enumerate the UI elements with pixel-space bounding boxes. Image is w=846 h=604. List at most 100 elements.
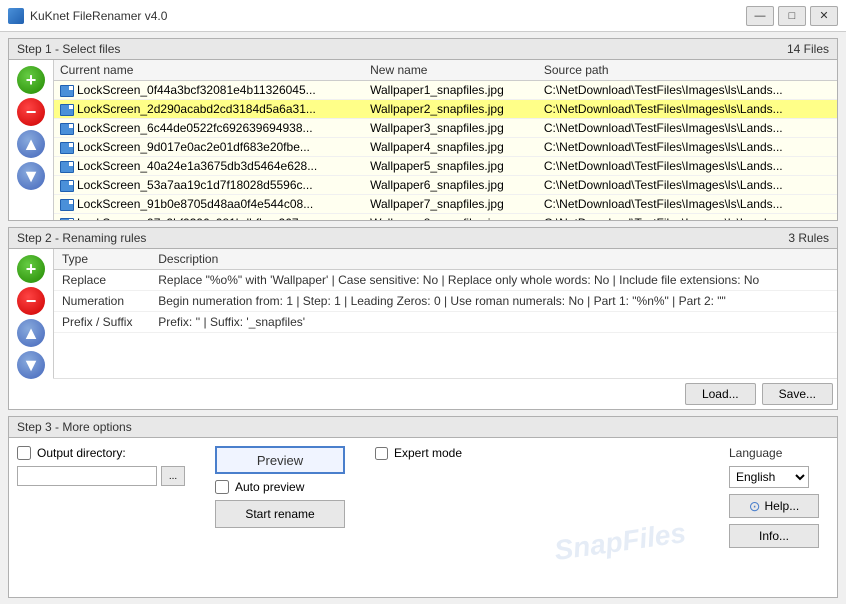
rules-table: Type Description Replace Replace "%o%" w… xyxy=(54,249,837,333)
table-row[interactable]: LockScreen_0f44a3bcf32081e4b11326045... … xyxy=(54,81,837,100)
file-icon xyxy=(60,218,74,220)
expert-mode-label: Expert mode xyxy=(394,446,462,460)
file-icon xyxy=(60,142,74,154)
file-current-name: LockScreen_91b0e8705d48aa0f4e544c08... xyxy=(54,195,364,214)
main-content: Step 1 - Select files 14 Files + − ▲ ▼ C… xyxy=(0,32,846,604)
titlebar: KuKnet FileRenamer v4.0 — □ ✕ xyxy=(0,0,846,32)
add-rule-button[interactable]: + xyxy=(17,255,45,283)
rule-type: Replace xyxy=(54,270,150,291)
info-button[interactable]: Info... xyxy=(729,524,819,548)
step2-buttons: + − ▲ ▼ xyxy=(9,249,53,409)
start-rename-button[interactable]: Start rename xyxy=(215,500,345,528)
file-new-name: Wallpaper4_snapfiles.jpg xyxy=(364,138,538,157)
step1-section: Step 1 - Select files 14 Files + − ▲ ▼ C… xyxy=(8,38,838,221)
file-table-container: Current name New name Source path LockSc… xyxy=(53,60,837,220)
list-item[interactable]: Replace Replace "%o%" with 'Wallpaper' |… xyxy=(54,270,837,291)
file-current-name: LockScreen_9d017e0ac2e01df683e20fbe... xyxy=(54,138,364,157)
step2-rule-count: 3 Rules xyxy=(788,231,829,245)
options-expert: Expert mode xyxy=(375,446,462,460)
list-item[interactable]: Numeration Begin numeration from: 1 | St… xyxy=(54,291,837,312)
output-dir-row: Output directory: xyxy=(17,446,185,460)
step1-body: + − ▲ ▼ Current name New name Source pat… xyxy=(9,60,837,220)
file-new-name: Wallpaper2_snapfiles.jpg xyxy=(364,100,538,119)
options-left: Output directory: ... xyxy=(17,446,185,486)
file-icon xyxy=(60,161,74,173)
table-row[interactable]: LockScreen_9d017e0ac2e01df683e20fbe... W… xyxy=(54,138,837,157)
table-row[interactable]: LockScreen_97c2bf9390c081bdbfbce267... W… xyxy=(54,214,837,221)
auto-preview-row: Auto preview xyxy=(215,480,304,494)
move-down-button[interactable]: ▼ xyxy=(17,162,45,190)
help-button[interactable]: ⊙ Help... xyxy=(729,494,819,518)
preview-button[interactable]: Preview xyxy=(215,446,345,474)
table-row[interactable]: LockScreen_2d290acabd2cd3184d5a6a31... W… xyxy=(54,100,837,119)
file-source-path: C:\NetDownload\TestFiles\Images\ls\Lands… xyxy=(538,157,837,176)
maximize-button[interactable]: □ xyxy=(778,6,806,26)
rule-type: Numeration xyxy=(54,291,150,312)
step3-body: Output directory: ... Preview Auto previ… xyxy=(9,438,837,594)
output-directory-input[interactable] xyxy=(17,466,157,486)
table-row[interactable]: LockScreen_6c44de0522fc692639694938... W… xyxy=(54,119,837,138)
step3-header: Step 3 - More options xyxy=(9,417,837,438)
file-icon xyxy=(60,85,74,97)
file-icon xyxy=(60,104,74,116)
file-new-name: Wallpaper5_snapfiles.jpg xyxy=(364,157,538,176)
titlebar-controls: — □ ✕ xyxy=(746,6,838,26)
file-icon xyxy=(60,180,74,192)
rule-description: Prefix: '' | Suffix: '_snapfiles' xyxy=(150,312,837,333)
move-up-button[interactable]: ▲ xyxy=(17,130,45,158)
language-select[interactable]: EnglishDeutschFrançaisSpanish xyxy=(729,466,809,488)
save-button[interactable]: Save... xyxy=(762,383,833,405)
file-current-name: LockScreen_53a7aa19c1d7f18028d5596c... xyxy=(54,176,364,195)
file-source-path: C:\NetDownload\TestFiles\Images\ls\Lands… xyxy=(538,214,837,221)
close-button[interactable]: ✕ xyxy=(810,6,838,26)
file-current-name: LockScreen_2d290acabd2cd3184d5a6a31... xyxy=(54,100,364,119)
remove-files-button[interactable]: − xyxy=(17,98,45,126)
expert-mode-checkbox[interactable] xyxy=(375,447,388,460)
file-new-name: Wallpaper3_snapfiles.jpg xyxy=(364,119,538,138)
col-current-name: Current name xyxy=(54,60,364,81)
auto-preview-label: Auto preview xyxy=(235,480,304,494)
rules-wrapper: Type Description Replace Replace "%o%" w… xyxy=(53,249,837,409)
browse-button[interactable]: ... xyxy=(161,466,185,486)
step2-body: + − ▲ ▼ Type Description xyxy=(9,249,837,409)
file-source-path: C:\NetDownload\TestFiles\Images\ls\Lands… xyxy=(538,119,837,138)
file-table: Current name New name Source path LockSc… xyxy=(54,60,837,220)
table-row[interactable]: LockScreen_53a7aa19c1d7f18028d5596c... W… xyxy=(54,176,837,195)
rule-type: Prefix / Suffix xyxy=(54,312,150,333)
load-save-row: Load... Save... xyxy=(53,378,837,409)
col-source-path: Source path xyxy=(538,60,837,81)
rule-move-down-button[interactable]: ▼ xyxy=(17,351,45,379)
table-row[interactable]: LockScreen_40a24e1a3675db3d5464e628... W… xyxy=(54,157,837,176)
output-directory-checkbox[interactable] xyxy=(17,446,31,460)
file-source-path: C:\NetDownload\TestFiles\Images\ls\Lands… xyxy=(538,176,837,195)
auto-preview-checkbox[interactable] xyxy=(215,480,229,494)
file-source-path: C:\NetDownload\TestFiles\Images\ls\Lands… xyxy=(538,100,837,119)
step1-buttons: + − ▲ ▼ xyxy=(9,60,53,220)
language-label: Language xyxy=(729,446,829,460)
table-row[interactable]: LockScreen_91b0e8705d48aa0f4e544c08... W… xyxy=(54,195,837,214)
file-current-name: LockScreen_0f44a3bcf32081e4b11326045... xyxy=(54,81,364,100)
file-current-name: LockScreen_6c44de0522fc692639694938... xyxy=(54,119,364,138)
app-icon xyxy=(8,8,24,24)
remove-rule-button[interactable]: − xyxy=(17,287,45,315)
output-directory-label: Output directory: xyxy=(37,446,126,460)
step1-file-count: 14 Files xyxy=(787,42,829,56)
file-new-name: Wallpaper6_snapfiles.jpg xyxy=(364,176,538,195)
file-icon xyxy=(60,123,74,135)
file-icon xyxy=(60,199,74,211)
rule-description: Replace "%o%" with 'Wallpaper' | Case se… xyxy=(150,270,837,291)
add-files-button[interactable]: + xyxy=(17,66,45,94)
file-new-name: Wallpaper1_snapfiles.jpg xyxy=(364,81,538,100)
options-lang: Language EnglishDeutschFrançaisSpanish ⊙… xyxy=(729,446,829,548)
step1-header: Step 1 - Select files 14 Files xyxy=(9,39,837,60)
step2-label: Step 2 - Renaming rules xyxy=(17,231,146,245)
list-item[interactable]: Prefix / Suffix Prefix: '' | Suffix: '_s… xyxy=(54,312,837,333)
minimize-button[interactable]: — xyxy=(746,6,774,26)
load-button[interactable]: Load... xyxy=(685,383,756,405)
rule-move-up-button[interactable]: ▲ xyxy=(17,319,45,347)
step2-header: Step 2 - Renaming rules 3 Rules xyxy=(9,228,837,249)
help-icon: ⊙ xyxy=(749,498,761,515)
file-source-path: C:\NetDownload\TestFiles\Images\ls\Lands… xyxy=(538,81,837,100)
file-source-path: C:\NetDownload\TestFiles\Images\ls\Lands… xyxy=(538,195,837,214)
col-rule-type: Type xyxy=(54,249,150,270)
